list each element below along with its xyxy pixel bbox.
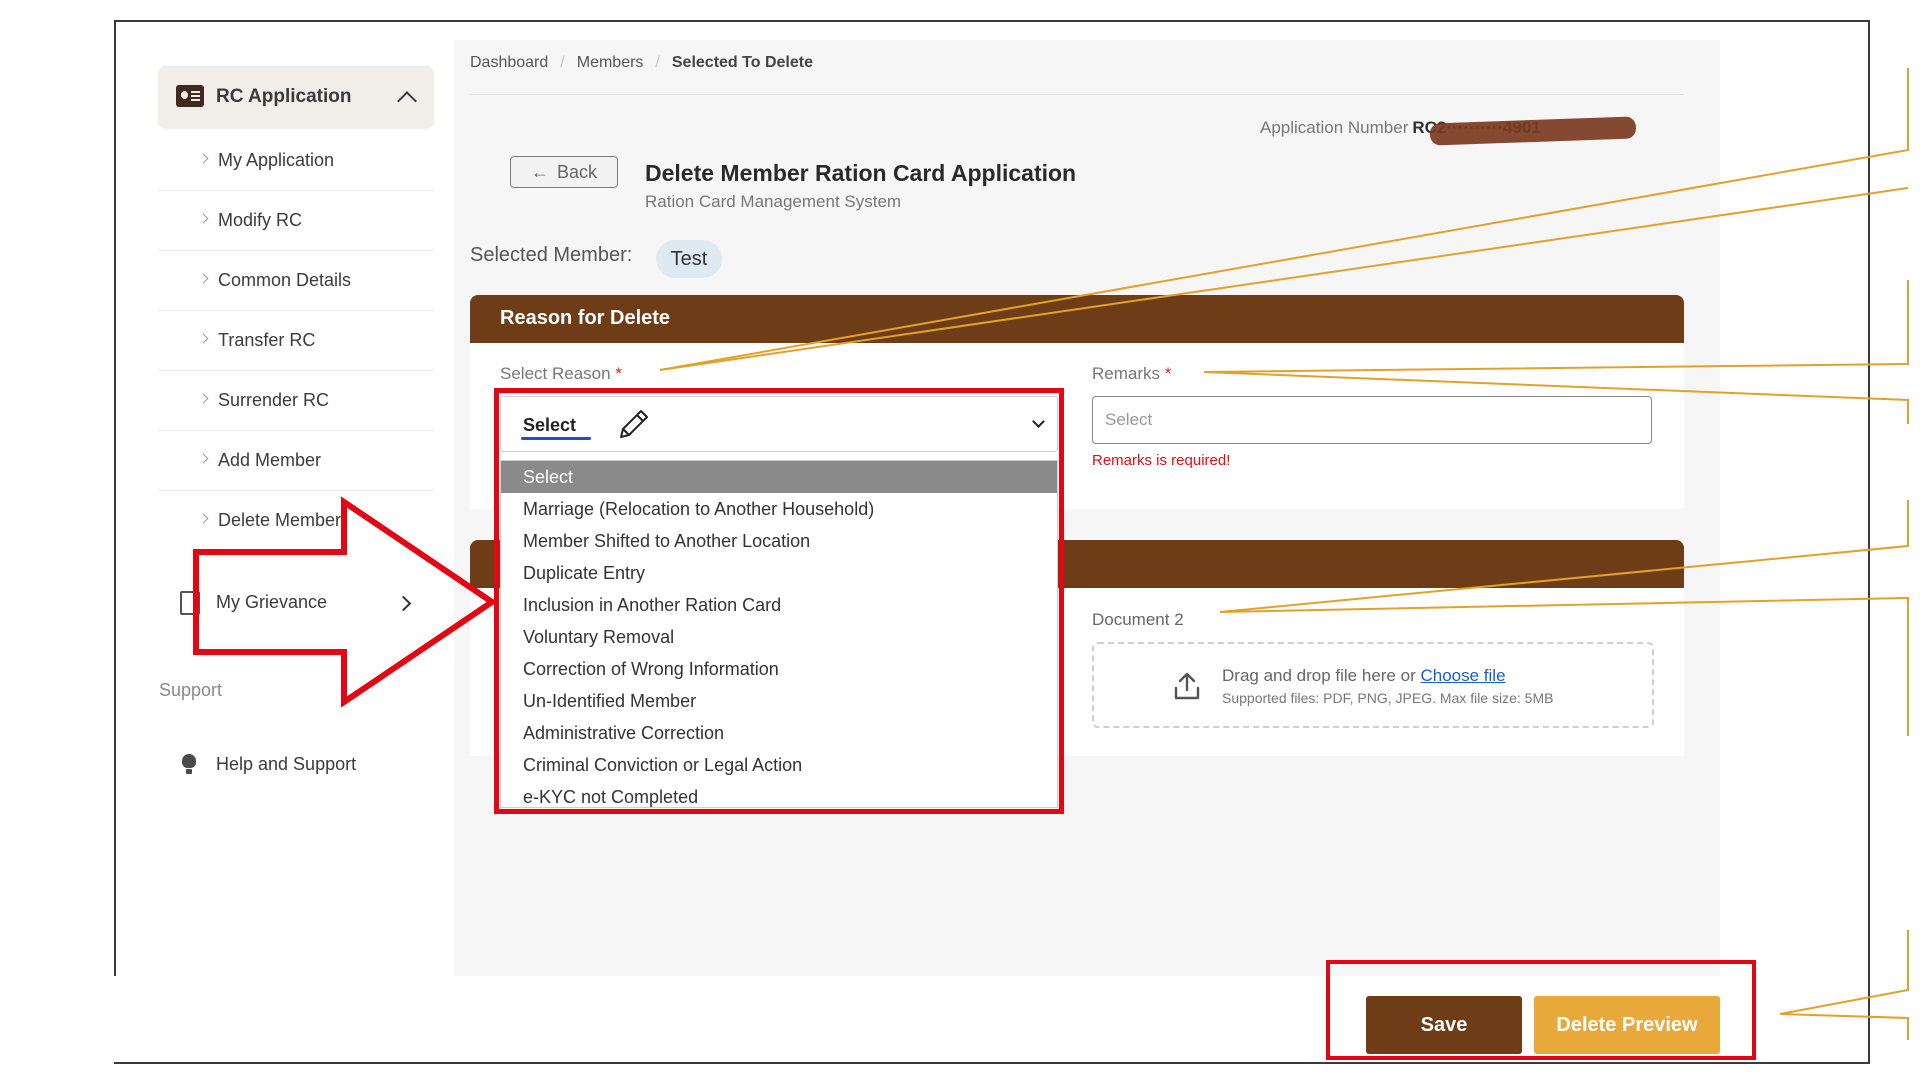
- breadcrumb-members[interactable]: Members: [577, 54, 644, 71]
- sidebar-item-add-member[interactable]: Add Member: [158, 430, 434, 491]
- chevron-right-icon: [395, 595, 412, 612]
- lightbulb-icon: [182, 754, 196, 774]
- supported-files-note: Supported files: PDF, PNG, JPEG. Max fil…: [1222, 690, 1554, 706]
- chevron-right-icon: [198, 513, 209, 524]
- chevron-right-icon: [198, 333, 209, 344]
- dropdown-highlight-box: [494, 388, 1064, 814]
- buttons-highlight-box: [1326, 960, 1756, 1060]
- arrow-left-icon: ←: [530, 161, 549, 182]
- sidebar-item-modify-rc[interactable]: Modify RC: [158, 190, 434, 251]
- back-button[interactable]: ← Back: [510, 156, 618, 188]
- grievance-icon: [180, 591, 200, 615]
- reason-section-header: Reason for Delete: [470, 295, 1684, 343]
- sidebar-item-label: Modify RC: [218, 210, 303, 230]
- chevron-up-icon: [397, 91, 417, 111]
- breadcrumb-current: Selected To Delete: [671, 54, 813, 71]
- sidebar-item-label: Transfer RC: [218, 330, 316, 350]
- sidebar-item-label: Add Member: [218, 450, 322, 470]
- sidebar-item-transfer-rc[interactable]: Transfer RC: [158, 310, 434, 371]
- dropzone-text: Drag and drop file here or Choose file: [1222, 666, 1506, 685]
- chevron-right-icon: [198, 273, 209, 284]
- sidebar-item-my-grievance[interactable]: My Grievance: [158, 578, 434, 630]
- sidebar-item-label: My Grievance: [216, 592, 328, 612]
- document-2-dropzone[interactable]: Drag and drop file here or Choose file S…: [1092, 642, 1654, 728]
- remarks-label: Remarks *: [1092, 364, 1172, 383]
- sidebar-item-label: Delete Member: [218, 510, 342, 530]
- selected-member-chip: Test: [656, 240, 722, 278]
- support-heading: Support: [159, 680, 223, 700]
- sidebar-item-my-application[interactable]: My Application: [158, 130, 434, 191]
- sidebar-item-common-details[interactable]: Common Details: [158, 250, 434, 311]
- id-card-icon: [176, 85, 204, 107]
- sidebar-item-label: My Application: [218, 150, 335, 170]
- page-title: Delete Member Ration Card Application: [645, 160, 1077, 186]
- upload-icon: [1174, 672, 1200, 700]
- choose-file-link[interactable]: Choose file: [1420, 666, 1505, 685]
- chevron-right-icon: [198, 213, 209, 224]
- breadcrumb: Dashboard / Members / Selected To Delete: [470, 54, 813, 71]
- select-reason-label: Select Reason *: [500, 364, 622, 383]
- required-mark: *: [615, 364, 622, 383]
- sidebar-item-label: Help and Support: [216, 754, 357, 774]
- sidebar-item-label: Common Details: [218, 270, 352, 290]
- chevron-right-icon: [198, 393, 209, 404]
- sidebar-header-rc-application[interactable]: RC Application: [158, 66, 434, 128]
- application-number-label: Application Number: [1260, 118, 1409, 137]
- chevron-right-icon: [198, 453, 209, 464]
- remarks-error: Remarks is required!: [1092, 452, 1231, 469]
- document-2-label: Document 2: [1092, 610, 1184, 629]
- sidebar-header-label: RC Application: [216, 86, 352, 107]
- sidebar-item-label: Surrender RC: [218, 390, 330, 410]
- divider: [470, 94, 1684, 95]
- chevron-right-icon: [198, 153, 209, 164]
- breadcrumb-dashboard[interactable]: Dashboard: [470, 54, 548, 71]
- remarks-input[interactable]: [1092, 396, 1652, 444]
- back-button-label: Back: [556, 161, 598, 182]
- selected-member-label: Selected Member:: [470, 244, 633, 266]
- sidebar-item-surrender-rc[interactable]: Surrender RC: [158, 370, 434, 431]
- reason-section-title: Reason for Delete: [500, 307, 671, 329]
- sidebar-item-delete-member[interactable]: Delete Member: [158, 490, 344, 550]
- sidebar-item-help-and-support[interactable]: Help and Support: [158, 744, 434, 784]
- page-subtitle: Ration Card Management System: [645, 192, 902, 211]
- required-mark: *: [1164, 364, 1172, 383]
